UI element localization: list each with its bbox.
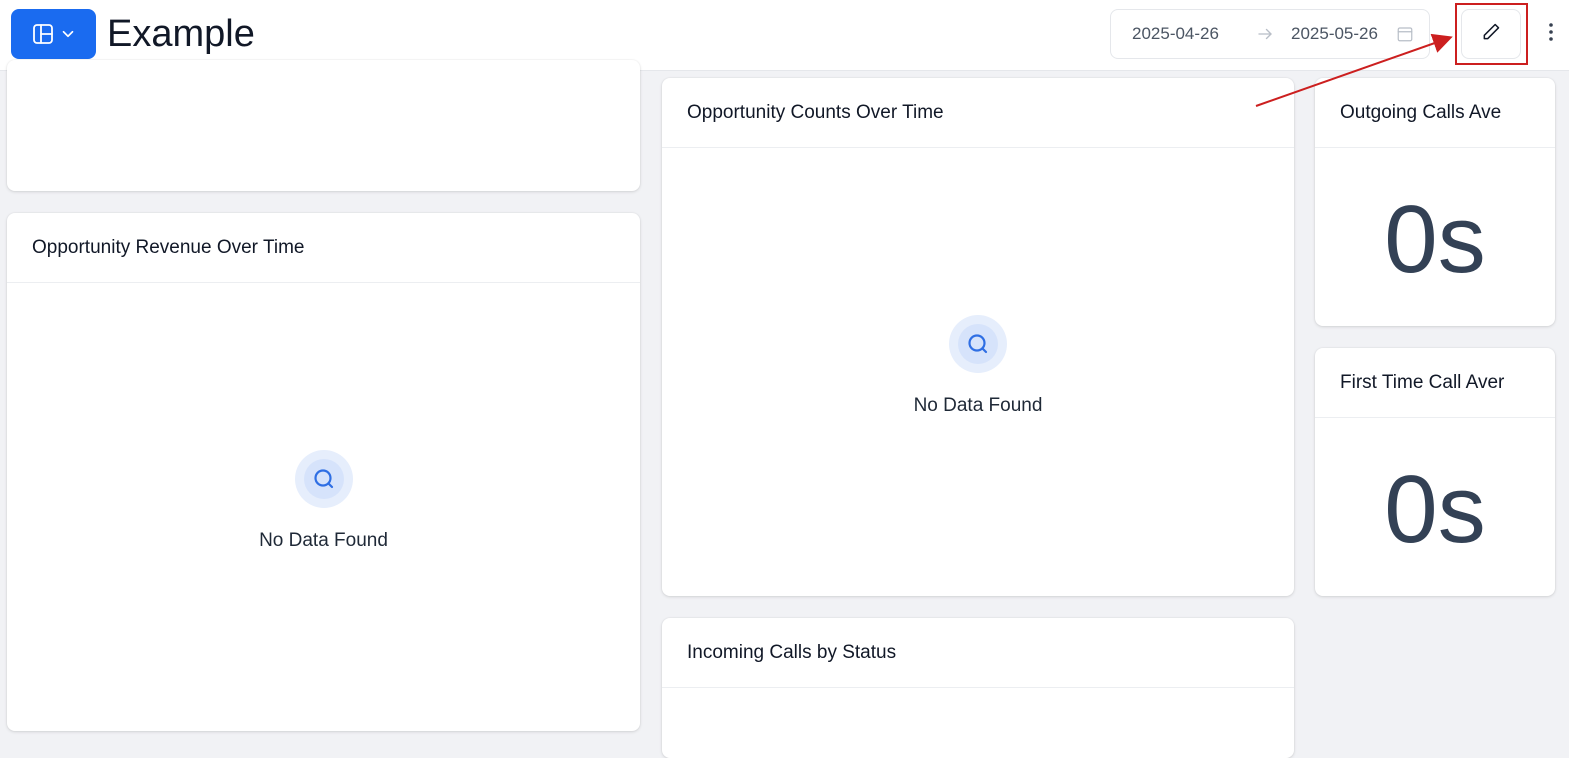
card-first-time-call: First Time Call Aver 0s	[1315, 348, 1555, 596]
empty-text: No Data Found	[913, 395, 1043, 416]
card-top-left	[7, 60, 640, 191]
date-start[interactable]: 2025-04-26	[1132, 10, 1219, 58]
card-opportunity-counts: Opportunity Counts Over Time No Data Fou…	[662, 78, 1294, 596]
metric-value: 0s	[1384, 186, 1486, 293]
layout-panel-icon	[31, 22, 55, 46]
search-icon	[294, 450, 353, 508]
highlight-box	[1455, 3, 1528, 65]
calendar-icon[interactable]	[1396, 25, 1414, 48]
search-icon	[949, 315, 1007, 373]
more-vertical-icon	[1548, 22, 1554, 47]
empty-state: No Data Found	[7, 450, 640, 552]
card-opportunity-revenue: Opportunity Revenue Over Time No Data Fo…	[7, 213, 640, 731]
card-title: Outgoing Calls Ave	[1315, 78, 1555, 148]
date-range-picker[interactable]: 2025-04-26 2025-05-26	[1110, 9, 1430, 59]
more-options-button[interactable]	[1541, 17, 1561, 51]
empty-text: No Data Found	[259, 530, 388, 551]
card-incoming-calls: Incoming Calls by Status	[662, 618, 1294, 758]
card-outgoing-calls: Outgoing Calls Ave 0s	[1315, 78, 1555, 326]
page-title: Example	[107, 13, 255, 55]
card-title: First Time Call Aver	[1315, 348, 1555, 418]
card-title: Opportunity Revenue Over Time	[7, 213, 640, 283]
card-title: Opportunity Counts Over Time	[662, 78, 1294, 148]
empty-state: No Data Found	[662, 315, 1294, 417]
dashboard-switcher-button[interactable]	[11, 9, 96, 59]
arrow-right-icon	[1256, 25, 1274, 48]
chevron-down-icon	[59, 25, 77, 43]
date-end[interactable]: 2025-05-26	[1291, 10, 1391, 58]
card-title: Incoming Calls by Status	[662, 618, 1294, 688]
metric-value: 0s	[1384, 456, 1486, 563]
